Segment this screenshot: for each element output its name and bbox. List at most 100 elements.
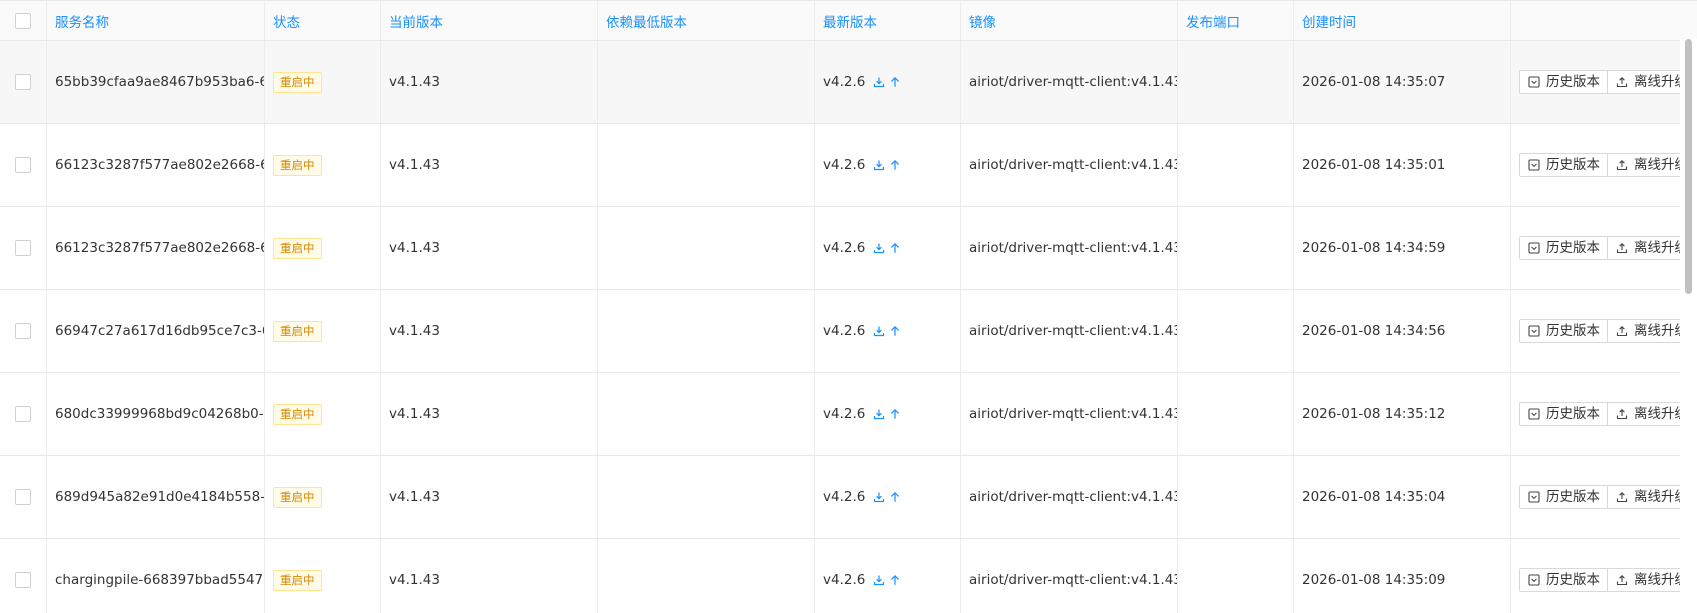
arrow-up-icon[interactable] xyxy=(889,242,901,254)
created-at-cell: 2026-01-08 14:34:56 xyxy=(1293,289,1511,373)
status-badge: 重启中 xyxy=(273,404,322,425)
select-all-checkbox[interactable] xyxy=(15,12,31,29)
history-version-button[interactable]: 历史版本 xyxy=(1519,70,1608,94)
service-name-cell: 65bb39cfaa9ae8467b953ba6-65f1516eab5bd3e… xyxy=(46,40,265,124)
current-version-cell: v4.1.43 xyxy=(380,123,598,207)
arrow-up-icon[interactable] xyxy=(889,491,901,503)
row-select-cell xyxy=(0,123,47,207)
service-name-cell: 66123c3287f577ae802e2668-6690d0a758601fe… xyxy=(46,206,265,290)
min-dependency-version-cell xyxy=(597,123,815,207)
row-checkbox[interactable] xyxy=(15,406,31,422)
image-cell: airiot/driver-mqtt-client:v4.1.43 xyxy=(960,40,1178,124)
upgrade-action[interactable] xyxy=(873,154,901,176)
row-checkbox[interactable] xyxy=(15,489,31,505)
history-version-button[interactable]: 历史版本 xyxy=(1519,153,1608,177)
latest-version-text: v4.2.6 xyxy=(823,406,866,422)
row-select-cell xyxy=(0,455,47,539)
header-current-version[interactable]: 当前版本 xyxy=(380,0,598,41)
history-version-button[interactable]: 历史版本 xyxy=(1519,236,1608,260)
upgrade-action[interactable] xyxy=(873,320,901,342)
service-name-cell: 689d945a82e91d0e4184b558-689e93b71fbeabe… xyxy=(46,455,265,539)
min-dependency-version-cell xyxy=(597,538,815,613)
status-cell: 重启中 xyxy=(264,538,381,613)
upgrade-action[interactable] xyxy=(873,486,901,508)
arrow-up-icon[interactable] xyxy=(889,76,901,88)
service-table-container: 服务名称 状态 当前版本 依赖最低版本 最新版本 镜像 发布端口 创建时间 65… xyxy=(0,0,1697,613)
download-icon[interactable] xyxy=(873,159,885,171)
status-badge: 重启中 xyxy=(273,570,322,591)
history-version-button[interactable]: 历史版本 xyxy=(1519,568,1608,592)
history-version-label: 历史版本 xyxy=(1546,240,1600,256)
latest-version-text: v4.2.6 xyxy=(823,240,866,256)
header-min-dependency-version[interactable]: 依赖最低版本 xyxy=(597,0,815,41)
download-icon[interactable] xyxy=(873,574,885,586)
service-name-cell: 66123c3287f577ae802e2668-661901cc7243f0f… xyxy=(46,123,265,207)
actions-cell: 历史版本 离线升级 修改 ··· xyxy=(1510,538,1697,613)
row-action-group: 历史版本 离线升级 修改 ··· xyxy=(1519,70,1697,94)
service-table: 服务名称 状态 当前版本 依赖最低版本 最新版本 镜像 发布端口 创建时间 65… xyxy=(0,0,1697,613)
history-version-label: 历史版本 xyxy=(1546,323,1600,339)
history-version-button[interactable]: 历史版本 xyxy=(1519,319,1608,343)
row-checkbox[interactable] xyxy=(15,323,31,339)
upload-icon xyxy=(1616,160,1628,171)
service-name-cell: 680dc33999968bd9c04268b0-6822baf2555483a… xyxy=(46,372,265,456)
upgrade-action[interactable] xyxy=(873,569,901,591)
status-badge: 重启中 xyxy=(273,238,322,259)
image-cell: airiot/driver-mqtt-client:v4.1.43 xyxy=(960,123,1178,207)
history-version-button[interactable]: 历史版本 xyxy=(1519,402,1608,426)
download-icon[interactable] xyxy=(873,325,885,337)
header-image[interactable]: 镜像 xyxy=(960,0,1178,41)
row-select-cell xyxy=(0,40,47,124)
row-select-cell xyxy=(0,372,47,456)
min-dependency-version-cell xyxy=(597,289,815,373)
current-version-cell: v4.1.43 xyxy=(380,206,598,290)
history-version-icon xyxy=(1528,408,1540,420)
publish-port-cell xyxy=(1177,289,1294,373)
header-created-at[interactable]: 创建时间 xyxy=(1293,0,1511,41)
arrow-up-icon[interactable] xyxy=(889,159,901,171)
download-icon[interactable] xyxy=(873,242,885,254)
status-badge: 重启中 xyxy=(273,155,322,176)
status-badge: 重启中 xyxy=(273,487,322,508)
latest-version-cell: v4.2.6 xyxy=(814,206,961,290)
publish-port-cell xyxy=(1177,538,1294,613)
upgrade-action[interactable] xyxy=(873,237,901,259)
download-icon[interactable] xyxy=(873,76,885,88)
history-version-icon xyxy=(1528,491,1540,503)
latest-version-text: v4.2.6 xyxy=(823,157,866,173)
table-row: 689d945a82e91d0e4184b558-689e93b71fbeabe… xyxy=(0,455,1697,539)
header-publish-port[interactable]: 发布端口 xyxy=(1177,0,1294,41)
upgrade-action[interactable] xyxy=(873,71,901,93)
download-icon[interactable] xyxy=(873,408,885,420)
latest-version-text: v4.2.6 xyxy=(823,489,866,505)
row-select-cell xyxy=(0,289,47,373)
current-version-cell: v4.1.43 xyxy=(380,289,598,373)
row-checkbox[interactable] xyxy=(15,157,31,173)
row-checkbox[interactable] xyxy=(15,74,31,90)
current-version-cell: v4.1.43 xyxy=(380,40,598,124)
latest-version-cell: v4.2.6 xyxy=(814,289,961,373)
history-version-icon xyxy=(1528,242,1540,254)
row-checkbox[interactable] xyxy=(15,572,31,588)
scrollbar-thumb[interactable] xyxy=(1685,39,1692,294)
row-checkbox[interactable] xyxy=(15,240,31,256)
download-icon[interactable] xyxy=(873,491,885,503)
vertical-scrollbar[interactable] xyxy=(1680,39,1697,613)
header-status[interactable]: 状态 xyxy=(264,0,381,41)
arrow-up-icon[interactable] xyxy=(889,408,901,420)
header-latest-version[interactable]: 最新版本 xyxy=(814,0,961,41)
upload-icon xyxy=(1616,575,1628,586)
row-action-group: 历史版本 离线升级 修改 ··· xyxy=(1519,236,1697,260)
publish-port-cell xyxy=(1177,123,1294,207)
header-service-name[interactable]: 服务名称 xyxy=(46,0,265,41)
upgrade-action[interactable] xyxy=(873,403,901,425)
created-at-cell: 2026-01-08 14:35:09 xyxy=(1293,538,1511,613)
service-name-cell: chargingpile-668397bbad554793ab456af2-dr… xyxy=(46,538,265,613)
arrow-up-icon[interactable] xyxy=(889,325,901,337)
select-all-cell xyxy=(0,0,47,41)
latest-version-text: v4.2.6 xyxy=(823,572,866,588)
history-version-button[interactable]: 历史版本 xyxy=(1519,485,1608,509)
history-version-icon xyxy=(1528,325,1540,337)
actions-cell: 历史版本 离线升级 修改 ··· xyxy=(1510,40,1697,124)
arrow-up-icon[interactable] xyxy=(889,574,901,586)
